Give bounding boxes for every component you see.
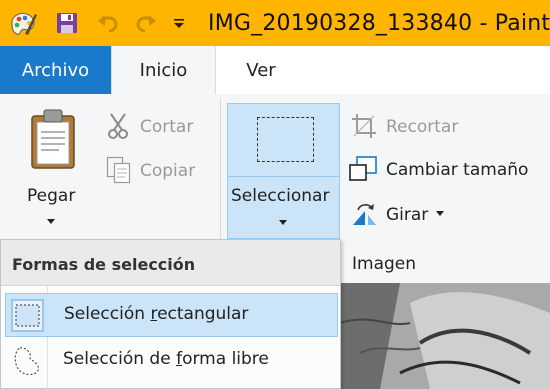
copy-label: Copiar: [140, 161, 196, 181]
resize-label: Cambiar tamaño: [386, 160, 529, 180]
tab-archivo[interactable]: Archivo: [0, 46, 111, 94]
image-group-label: Imagen: [352, 254, 417, 274]
rectangular-selection-icon: [11, 299, 44, 332]
redo-icon[interactable]: [128, 0, 164, 46]
window-title: IMG_20190328_133840 - Paint: [208, 10, 550, 36]
cut-label: Cortar: [140, 117, 194, 137]
tab-inicio[interactable]: Inicio: [111, 46, 216, 94]
rotate-dropdown-arrow-icon: [436, 211, 444, 216]
paste-button[interactable]: Pegar: [0, 94, 100, 239]
select-dropdown-arrow-icon[interactable]: [279, 220, 287, 225]
menu-item-rectangular-selection[interactable]: Selección rectangular: [5, 293, 338, 337]
ribbon-tabs: Archivo Inicio Ver: [0, 46, 550, 94]
select-main-area[interactable]: [228, 104, 339, 177]
rotate-icon: [350, 200, 378, 233]
crop-label: Recortar: [386, 117, 459, 137]
title-bar: IMG_20190328_133840 - Paint: [0, 0, 550, 46]
rotate-button[interactable]: Girar: [346, 196, 456, 232]
menu-header: Formas de selección: [1, 240, 340, 286]
resize-icon: [348, 155, 378, 188]
paint-app-icon[interactable]: [0, 0, 46, 46]
clipboard-icon: [29, 108, 77, 177]
menu-item-label: Selección rectangular: [64, 304, 249, 324]
save-icon[interactable]: [46, 0, 88, 46]
quick-access-toolbar: [0, 0, 194, 46]
image-canvas[interactable]: [340, 283, 550, 389]
photo-thumbnail: [340, 283, 550, 389]
undo-icon[interactable]: [88, 0, 128, 46]
crop-button[interactable]: Recortar: [346, 108, 546, 144]
tab-ver[interactable]: Ver: [216, 46, 306, 94]
select-button[interactable]: Seleccionar: [227, 103, 340, 239]
free-form-selection-icon: [10, 344, 43, 377]
selection-shapes-menu: Formas de selección Selección rectangula…: [0, 239, 341, 389]
crop-icon: [350, 112, 378, 145]
menu-item-label: Selección de forma libre: [63, 349, 269, 369]
scissors-icon: [106, 112, 130, 145]
copy-button[interactable]: Copiar: [100, 152, 215, 188]
customize-quick-access-icon[interactable]: [164, 0, 194, 46]
menu-title: Formas de selección: [12, 255, 196, 274]
rotate-label: Girar: [386, 205, 429, 225]
paste-label: Pegar: [27, 186, 76, 206]
resize-button[interactable]: Cambiar tamaño: [346, 151, 550, 187]
menu-item-free-form-selection[interactable]: Selección de forma libre: [5, 339, 338, 383]
paste-dropdown-arrow-icon: [47, 219, 55, 224]
select-label: Seleccionar: [231, 186, 330, 206]
cut-button[interactable]: Cortar: [100, 108, 215, 144]
copy-icon: [106, 156, 132, 189]
selection-rectangle-icon: [257, 117, 314, 162]
